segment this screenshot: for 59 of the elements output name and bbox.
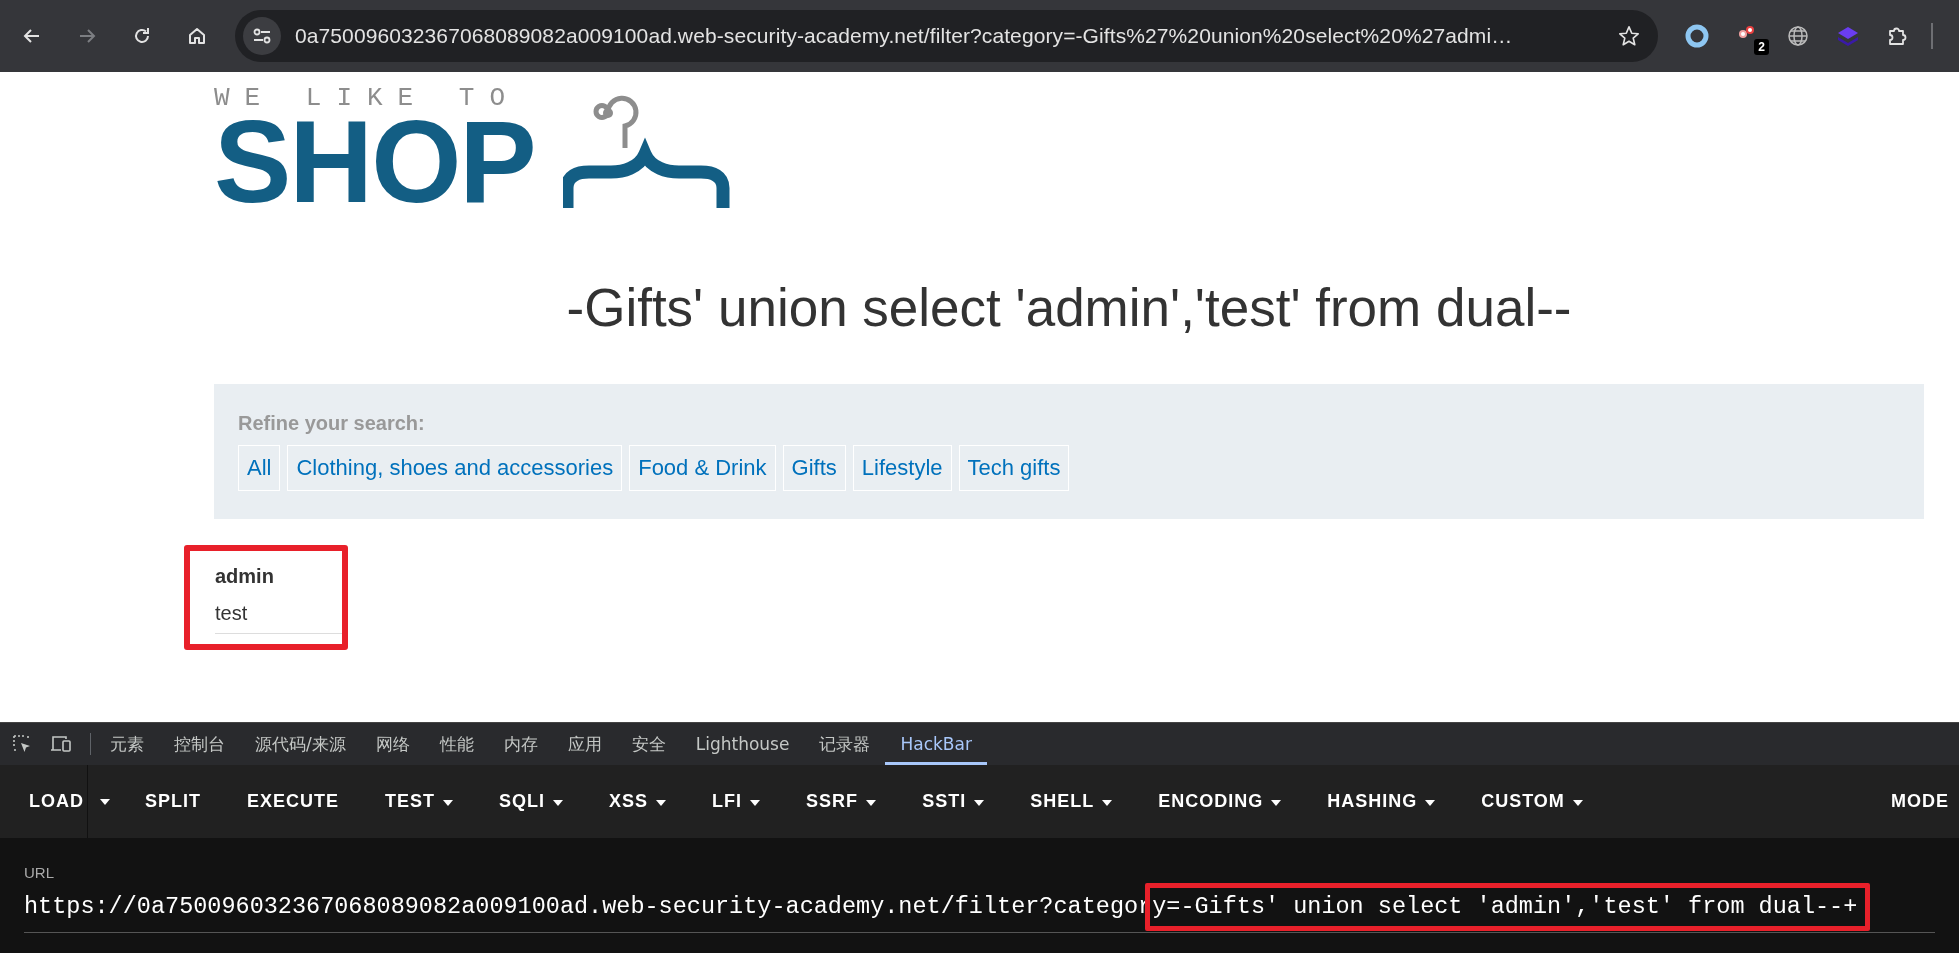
- logo-wordmark: SHOP: [214, 114, 535, 210]
- toolbar-button[interactable]: SPLIT: [122, 765, 224, 838]
- caret-icon: [1572, 799, 1583, 806]
- menu-button[interactable]: SSTI: [899, 765, 1008, 838]
- caret-icon: [974, 799, 985, 806]
- devtools-tab[interactable]: 记录器: [804, 723, 886, 765]
- address-text: 0a750096032367068089082a009100ad.web-security-academy.net/filter?category=-Gifts%27%20union%20select%20%27admi…: [295, 24, 1514, 48]
- toolbar-button[interactable]: LOAD: [6, 765, 107, 838]
- devtools-tab[interactable]: 元素: [95, 723, 159, 765]
- caret-icon: [443, 799, 454, 806]
- devtools-tab[interactable]: 网络: [360, 723, 425, 765]
- home-icon: [187, 26, 207, 46]
- devtools-tab[interactable]: 控制台: [159, 723, 240, 765]
- devtools-tab[interactable]: 安全: [616, 723, 681, 765]
- menu-button[interactable]: SQLI: [476, 765, 587, 838]
- devtools-tab[interactable]: 性能: [424, 723, 489, 765]
- category-link[interactable]: Lifestyle: [852, 444, 952, 491]
- site-settings-icon[interactable]: [243, 17, 281, 55]
- caret-icon: [1271, 799, 1282, 806]
- menu-button[interactable]: SSRF: [783, 765, 900, 838]
- field-label: URL: [24, 864, 55, 881]
- ring-icon[interactable]: [1684, 23, 1710, 49]
- reload-icon: [132, 26, 152, 46]
- filter-label: Refine your search:: [238, 411, 426, 435]
- menu-button[interactable]: LFI: [689, 765, 784, 838]
- category-link[interactable]: All: [238, 444, 281, 491]
- menu-button[interactable]: TEST: [362, 765, 477, 838]
- globe-icon[interactable]: [1786, 24, 1810, 48]
- table-header: admin: [215, 563, 275, 589]
- toolbar-button[interactable]: MODE: [1868, 765, 1959, 838]
- category-link[interactable]: Food & Drink: [629, 444, 776, 491]
- devtools-tab[interactable]: Lighthouse: [680, 723, 805, 765]
- page-heading: -Gifts' union select 'admin','test' from dual--: [565, 277, 1573, 339]
- caret-icon: [100, 798, 110, 805]
- menu-button[interactable]: ENCODING: [1135, 765, 1305, 838]
- menu-button[interactable]: HASHING: [1304, 765, 1459, 838]
- devtools-tab[interactable]: 源代码/来源: [240, 723, 361, 765]
- category-link[interactable]: Tech gifts: [958, 444, 1070, 491]
- caret-icon: [656, 799, 667, 806]
- caret-icon: [866, 799, 877, 806]
- address-bar[interactable]: 0a750096032367068089082a009100ad.web-security-academy.net/filter?category=-Gifts%27%20union%20select%20%27admi…: [235, 10, 1658, 62]
- caret-icon: [750, 799, 761, 806]
- caret-icon: [1102, 799, 1113, 806]
- logo-tagline: WE LIKE TO: [214, 84, 522, 111]
- inspect-element-icon[interactable]: [12, 734, 32, 754]
- devtools-tab[interactable]: 内存: [488, 723, 553, 765]
- caret-icon: [553, 799, 564, 806]
- menu-button[interactable]: CUSTOM: [1458, 765, 1606, 838]
- device-toolbar-icon[interactable]: [50, 734, 72, 754]
- bookmark-star-icon[interactable]: [1618, 25, 1640, 47]
- table-cell: test: [215, 599, 342, 634]
- devtools-tab[interactable]: 应用: [552, 723, 617, 765]
- menu-button[interactable]: SHELL: [1007, 765, 1136, 838]
- toolbar-button[interactable]: EXECUTE: [224, 765, 363, 838]
- category-link[interactable]: Clothing, shoes and accessories: [287, 444, 623, 491]
- category-link[interactable]: Gifts: [782, 444, 846, 491]
- menu-button[interactable]: XSS: [586, 765, 690, 838]
- badge-count: 2: [1754, 39, 1769, 55]
- caret-icon: [1425, 799, 1436, 806]
